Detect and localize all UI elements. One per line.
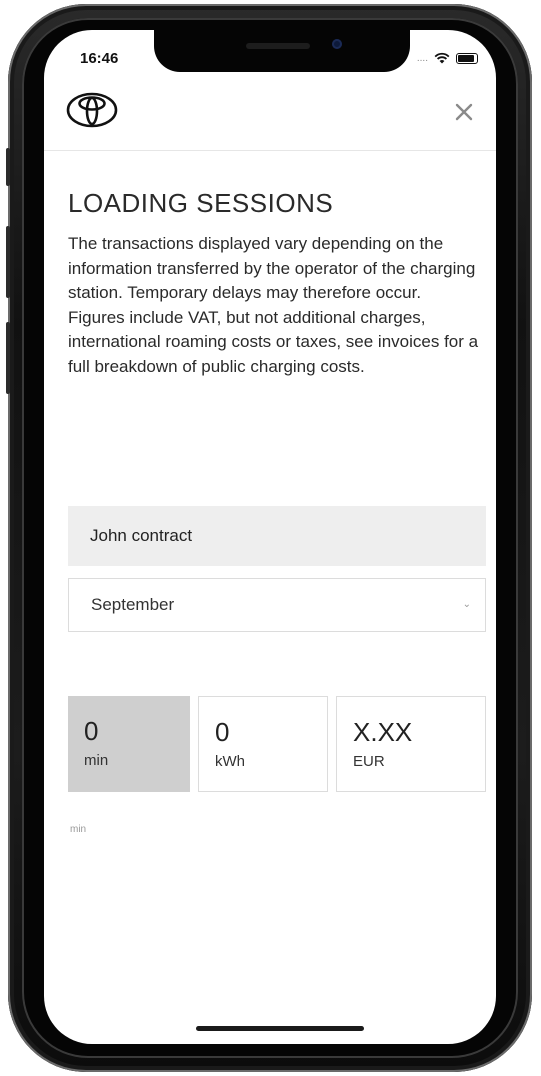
stat-tile-energy[interactable]: 0 kWh <box>198 696 328 792</box>
stat-value: 0 <box>84 716 99 746</box>
page-description: The transactions displayed vary dependin… <box>68 234 479 376</box>
chevron-down-icon: ⌄ <box>462 599 471 610</box>
app-header <box>44 78 496 151</box>
stat-tile-minutes[interactable]: 0 min <box>68 696 190 792</box>
stat-value: 0 <box>215 717 230 747</box>
close-icon <box>455 103 473 121</box>
status-time: 16:46 <box>80 50 119 67</box>
notch <box>154 30 410 72</box>
chart-axis-label: min <box>70 824 87 835</box>
month-value: September <box>91 595 175 614</box>
signal-dots: .... <box>416 52 428 64</box>
battery-icon <box>456 52 478 64</box>
volume-up-button <box>6 226 10 298</box>
stat-tile-cost[interactable]: X.XX EUR <box>336 696 486 792</box>
stat-unit: EUR <box>353 753 385 770</box>
front-camera <box>332 39 342 49</box>
contract-name: John contract <box>90 526 193 545</box>
stat-unit: min <box>84 752 109 769</box>
speaker-grille <box>246 43 310 49</box>
wifi-icon <box>434 52 450 64</box>
toyota-logo-icon <box>66 92 118 128</box>
page-title: LOADING SESSIONS <box>68 188 334 218</box>
home-indicator[interactable] <box>196 1026 364 1031</box>
stat-value: X.XX <box>353 717 413 747</box>
volume-down-button <box>6 322 10 394</box>
contract-selector[interactable]: John contract <box>68 506 486 566</box>
mute-switch <box>6 148 10 186</box>
month-dropdown[interactable]: September ⌄ <box>68 578 486 632</box>
stat-unit: kWh <box>215 753 245 770</box>
app-screen: 16:46 .... LOADING SESSIONS The transact… <box>44 30 496 1044</box>
close-button[interactable] <box>450 98 478 126</box>
status-icons: .... <box>417 52 478 64</box>
